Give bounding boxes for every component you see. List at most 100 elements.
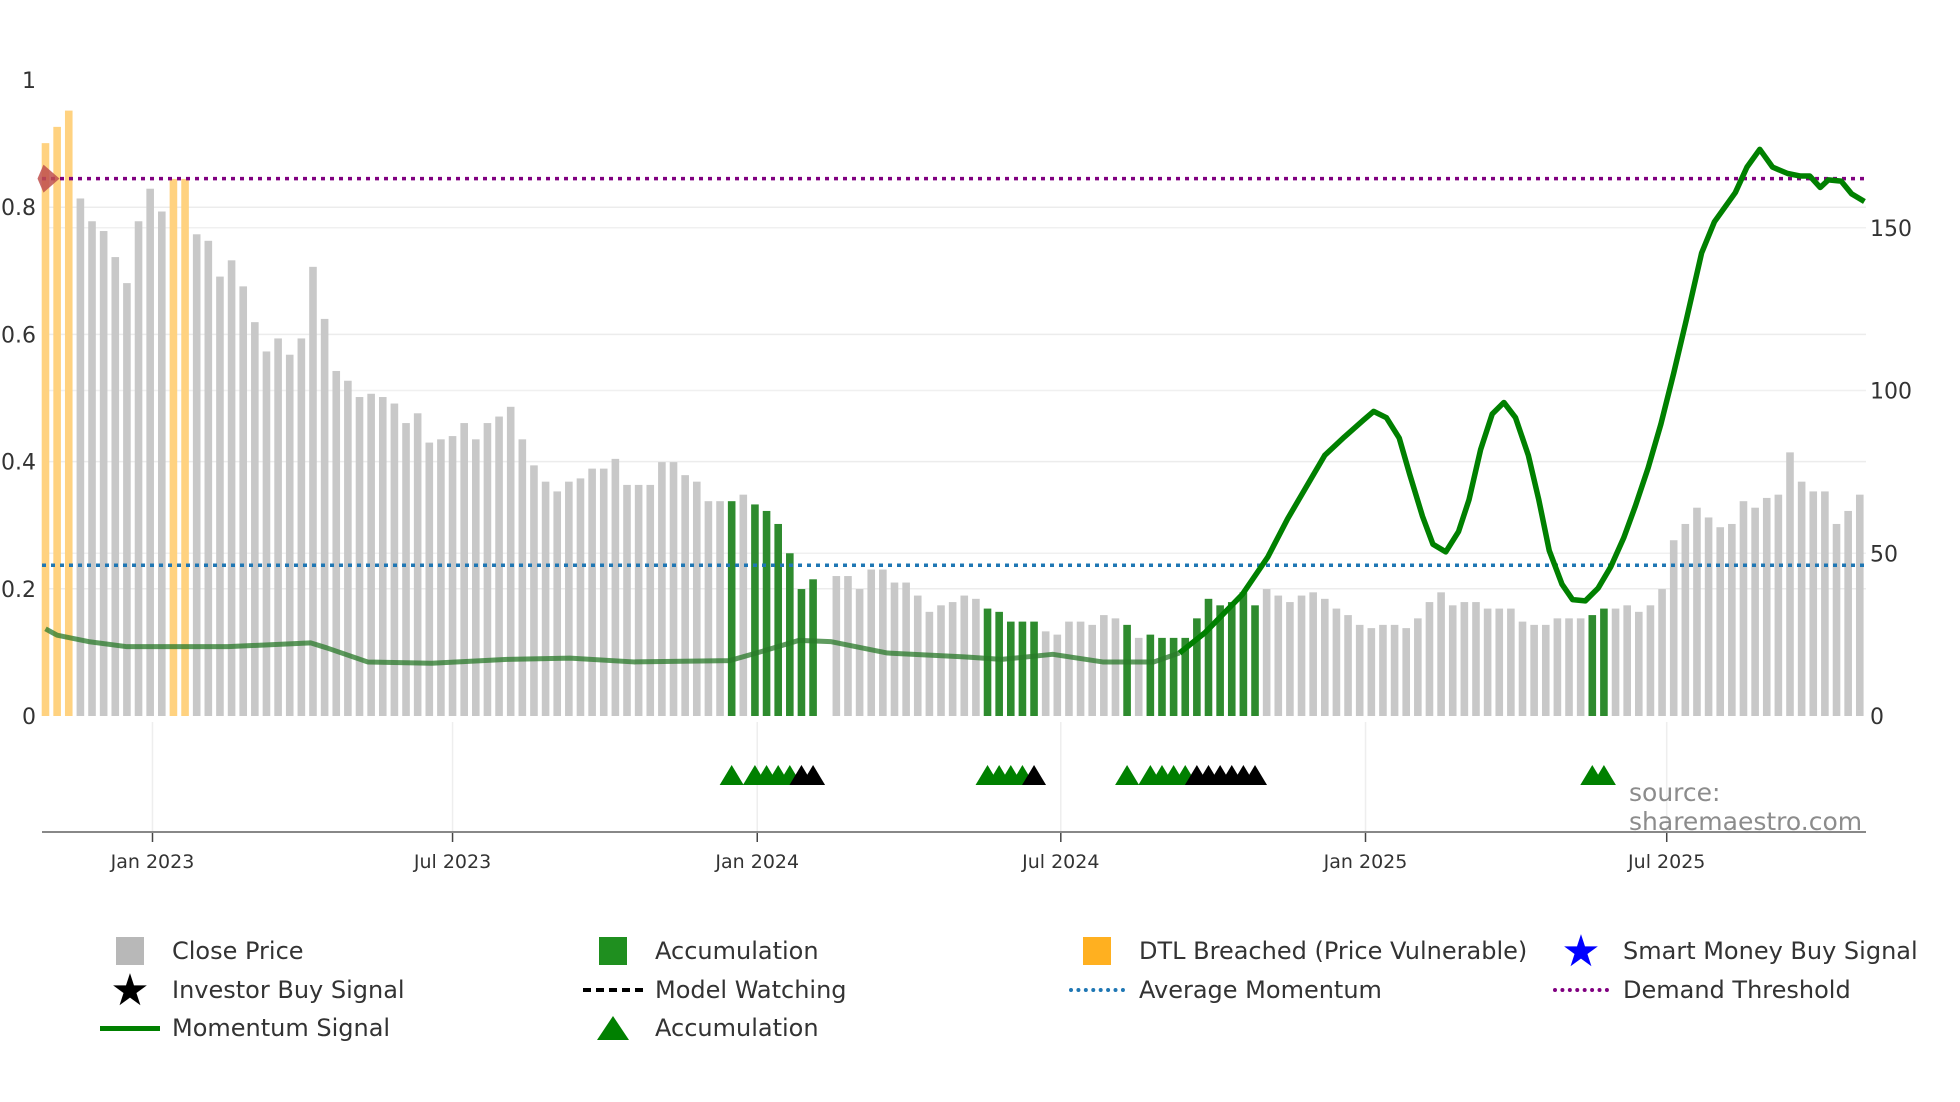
momentum-signal-line [1177, 146, 1866, 656]
close-price-bar [297, 338, 306, 716]
accumulation-bar [809, 579, 817, 716]
accumulation-bar [1193, 618, 1201, 716]
accumulation-bar [1123, 624, 1131, 716]
close-price-bar [460, 423, 468, 716]
close-price-bar [158, 211, 166, 717]
legend-close-price: Close Price [100, 936, 304, 966]
close-price-bar [681, 475, 689, 716]
close-price-bar [274, 338, 282, 716]
close-price-bar [518, 439, 527, 716]
close-price-bar [402, 423, 410, 716]
accumulation-bar [786, 553, 794, 716]
close-price-bar [553, 491, 562, 716]
x-tick-label: Jan 2025 [1323, 851, 1408, 873]
close-price-bar [530, 465, 538, 716]
close-price-bar [1704, 517, 1713, 716]
close-price-bar [1751, 507, 1759, 716]
close-price-bar [506, 406, 515, 716]
close-price-bar [123, 283, 131, 716]
close-price-bar [1425, 602, 1434, 716]
close-price-bar [832, 576, 841, 716]
close-price-bar [216, 276, 224, 716]
close-price-bar [890, 582, 899, 716]
accumulation-swatch-icon [583, 936, 643, 966]
close-price-bar [634, 484, 643, 716]
close-price-bar [1576, 618, 1585, 716]
legend-accumulation-bar: Accumulation [583, 936, 819, 966]
close-price-bar [599, 468, 608, 716]
legend-dtl-breached: DTL Breached (Price Vulnerable) [1067, 936, 1527, 966]
close-price-bar [576, 478, 585, 716]
close-price-bar [1332, 608, 1341, 716]
close-price-bar [355, 397, 364, 716]
accumulation-bar [727, 501, 736, 716]
close-price-bar [437, 439, 445, 716]
close-price-bar [1274, 595, 1283, 716]
accumulation-bar [1588, 615, 1597, 716]
close-price-bar [1088, 624, 1096, 716]
accumulation-bar [1030, 621, 1038, 716]
close-price-bar [1728, 523, 1736, 716]
accumulation-bar [983, 608, 992, 716]
close-price-bar [1786, 452, 1794, 716]
close-price-bar [146, 188, 154, 716]
accumulation-bar [797, 589, 806, 716]
close-price-bar [1762, 497, 1771, 716]
close-price-bar [1309, 592, 1317, 716]
close-price-bar [1390, 624, 1399, 716]
close-price-bar [623, 484, 631, 716]
close-price-bar [1832, 523, 1841, 716]
line-swatch-icon [100, 1013, 160, 1043]
close-price-bar [378, 397, 387, 716]
x-tick-label: Jul 2025 [1627, 851, 1705, 873]
close-price-bar [541, 481, 550, 716]
close-price-bar [1646, 605, 1655, 716]
dtl-breached-bar [181, 178, 189, 716]
x-tick-label: Jul 2024 [1021, 851, 1099, 873]
close-price-bar [1623, 605, 1631, 716]
close-price-bar [588, 468, 596, 716]
legend-model-watching: Model Watching [583, 975, 847, 1005]
legend-label: Accumulation [655, 1014, 819, 1042]
close-price-bar [1414, 618, 1422, 716]
close-price-bar [1739, 501, 1748, 716]
accumulation-marker-icon [719, 765, 744, 785]
close-price-bar [1693, 507, 1701, 716]
close-price-bar [1844, 510, 1852, 716]
close-price-bar [1518, 621, 1527, 716]
accumulation-bar [995, 611, 1003, 716]
accumulation-bar [1006, 621, 1015, 716]
right-tick-label: 100 [1870, 380, 1912, 405]
left-tick-label: 0 [22, 705, 36, 730]
close-price-bar [1821, 491, 1829, 716]
close-price-bar [251, 322, 259, 716]
legend-momentum-signal: Momentum Signal [100, 1013, 390, 1043]
accumulation-marker-icon [1115, 765, 1140, 785]
left-tick-label: 0.2 [1, 578, 36, 603]
legend-demand-threshold: Demand Threshold [1551, 975, 1851, 1005]
close-price-bar [1472, 602, 1480, 716]
legend-accumulation-marker: Accumulation [583, 1013, 819, 1043]
star-icon: ★ [110, 964, 150, 1016]
legend-label: Demand Threshold [1623, 976, 1851, 1004]
close-price-bar [390, 403, 399, 716]
close-price-bar [192, 234, 201, 716]
dtl-breached-bar [169, 178, 178, 716]
close-price-bar [1530, 624, 1538, 716]
close-price-bar [1100, 615, 1108, 716]
close-price-bar [565, 481, 573, 716]
close-price-bar [1797, 481, 1806, 716]
x-tick-label: Jul 2023 [413, 851, 491, 873]
close-price-bar [1809, 491, 1818, 716]
dtl-breached-bar [64, 110, 73, 716]
triangle-icon [583, 1013, 643, 1043]
dotted-line-icon [1067, 975, 1127, 1005]
close-price-bar [448, 436, 457, 716]
close-price-bar [1321, 598, 1329, 716]
close-price-bar [134, 221, 143, 717]
accumulation-bar [1239, 592, 1248, 716]
close-price-bar [1495, 608, 1504, 716]
close-price-bar [1437, 592, 1445, 716]
close-price-bar [1658, 589, 1666, 716]
close-price-bar [1262, 589, 1271, 716]
